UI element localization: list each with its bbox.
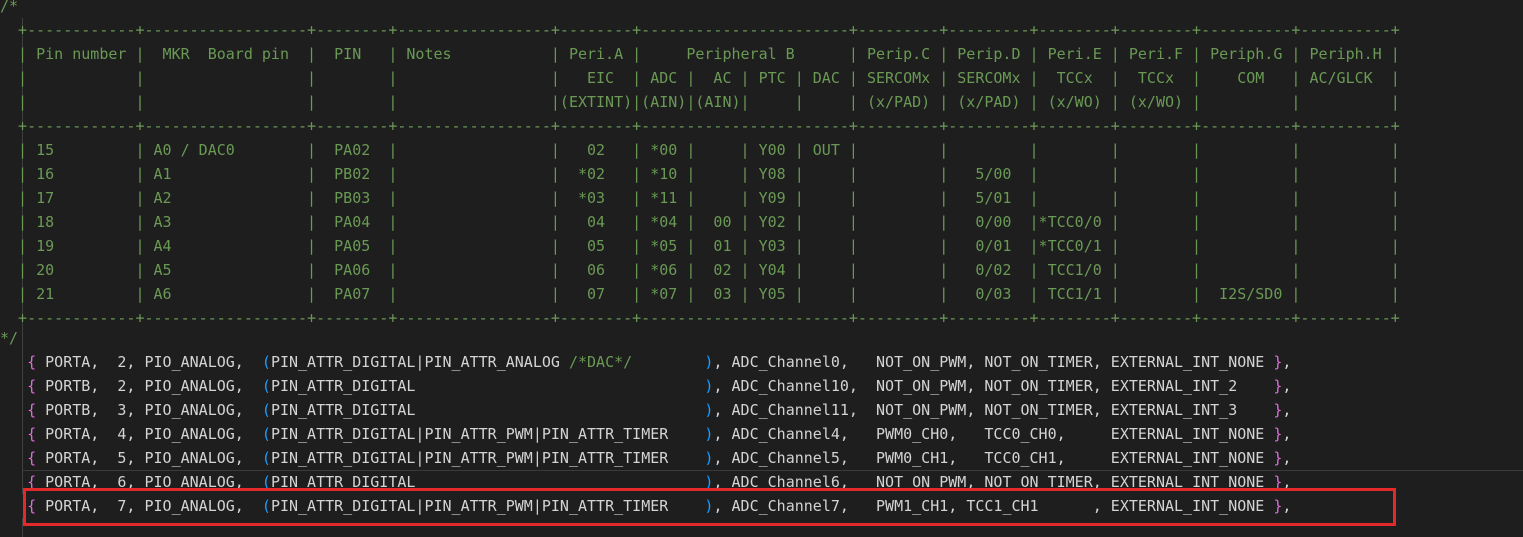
code-padding [668,425,704,443]
code-segment: , [1282,449,1292,467]
comment-line[interactable]: | | | | |(EXTINT)|(AIN)|(AIN)| | | (x/PA… [0,90,1523,114]
code-segment: PORTA, 5, PIO_ANALOG, [36,449,262,467]
code-padding [632,353,704,371]
open-brace: { [27,353,37,371]
comment-line[interactable]: | 21 | A6 | PA07 | | 07 | *07 | 03 | Y05… [0,282,1523,306]
code-segment: PIN_ATTR_DIGITAL|PIN_ATTR_PWM|PIN_ATTR_T… [270,425,669,443]
comment-line[interactable]: /* [0,0,1523,18]
code-segment: PORTB, 3, PIO_ANALOG, [36,401,262,419]
comment-line[interactable]: +------------+------------------+-------… [0,114,1523,138]
inline-comment: /*DAC*/ [568,353,633,371]
code-line-porta-5[interactable]: { PORTA, 5, PIO_ANALOG, (PIN_ATTR_DIGITA… [0,446,1523,470]
code-segment: , [1282,353,1292,371]
code-segment: , ADC_Channel10, NOT_ON_PWM, NOT_ON_TIME… [713,377,1274,395]
code-segment: , ADC_Channel11, NOT_ON_PWM, NOT_ON_TIME… [713,401,1274,419]
open-paren: ( [261,353,271,371]
code-segment: PORTB, 2, PIO_ANALOG, [36,377,262,395]
code-segment: , ADC_Channel0, NOT_ON_PWM, NOT_ON_TIMER… [713,353,1274,371]
code-segment: PIN_ATTR_DIGITAL|PIN_ATTR_PWM|PIN_ATTR_T… [270,449,669,467]
comment-line[interactable]: | 16 | A1 | PB02 | | *02 | *10 | | Y08 |… [0,162,1523,186]
open-paren: ( [261,449,271,467]
code-segment: PIN_ATTR_DIGITAL|PIN_ATTR_ANALOG [270,353,569,371]
code-padding [668,449,704,467]
open-paren: ( [261,377,271,395]
comment-line[interactable]: | | | | | EIC | ADC | AC | PTC | DAC | S… [0,66,1523,90]
code-segment: , [1282,401,1292,419]
code-segment: PORTA, 4, PIO_ANALOG, [36,425,262,443]
code-line-porta-4[interactable]: { PORTA, 4, PIO_ANALOG, (PIN_ATTR_DIGITA… [0,422,1523,446]
code-segment: , ADC_Channel4, PWM0_CH0, TCC0_CH0, EXTE… [713,425,1274,443]
open-brace: { [27,401,37,419]
comment-line[interactable]: | 20 | A5 | PA06 | | 06 | *06 | 02 | Y04… [0,258,1523,282]
open-paren: ( [261,401,271,419]
comment-line[interactable]: | 18 | A3 | PA04 | | 04 | *04 | 00 | Y02… [0,210,1523,234]
code-line-portb-3[interactable]: { PORTB, 3, PIO_ANALOG, (PIN_ATTR_DIGITA… [0,398,1523,422]
code-segment: PORTA, 2, PIO_ANALOG, [36,353,262,371]
comment-line[interactable]: */ [0,326,1523,350]
code-segment: PIN_ATTR_DIGITAL [270,377,416,395]
code-line-portb-2[interactable]: { PORTB, 2, PIO_ANALOG, (PIN_ATTR_DIGITA… [0,374,1523,398]
code-segment: PIN_ATTR_DIGITAL [270,401,416,419]
open-paren: ( [261,425,271,443]
code-line-porta-2[interactable]: { PORTA, 2, PIO_ANALOG, (PIN_ATTR_DIGITA… [0,350,1523,374]
open-brace: { [27,377,37,395]
code-segment: , [1282,425,1292,443]
comment-line[interactable]: +------------+------------------+-------… [0,18,1523,42]
open-brace: { [27,425,37,443]
comment-line[interactable]: | Pin number | MKR Board pin | PIN | Not… [0,42,1523,66]
open-brace: { [27,449,37,467]
code-segment: , ADC_Channel5, PWM0_CH1, TCC0_CH1, EXTE… [713,449,1274,467]
code-segment: , [1282,377,1292,395]
comment-line[interactable]: | 17 | A2 | PB03 | | *03 | *11 | | Y09 |… [0,186,1523,210]
highlight-box [23,488,1396,526]
comment-line[interactable]: | 19 | A4 | PA05 | | 05 | *05 | 01 | Y03… [0,234,1523,258]
comment-line[interactable]: | 15 | A0 / DAC0 | PA02 | | 02 | *00 | |… [0,138,1523,162]
code-padding [415,377,704,395]
code-padding [415,401,704,419]
